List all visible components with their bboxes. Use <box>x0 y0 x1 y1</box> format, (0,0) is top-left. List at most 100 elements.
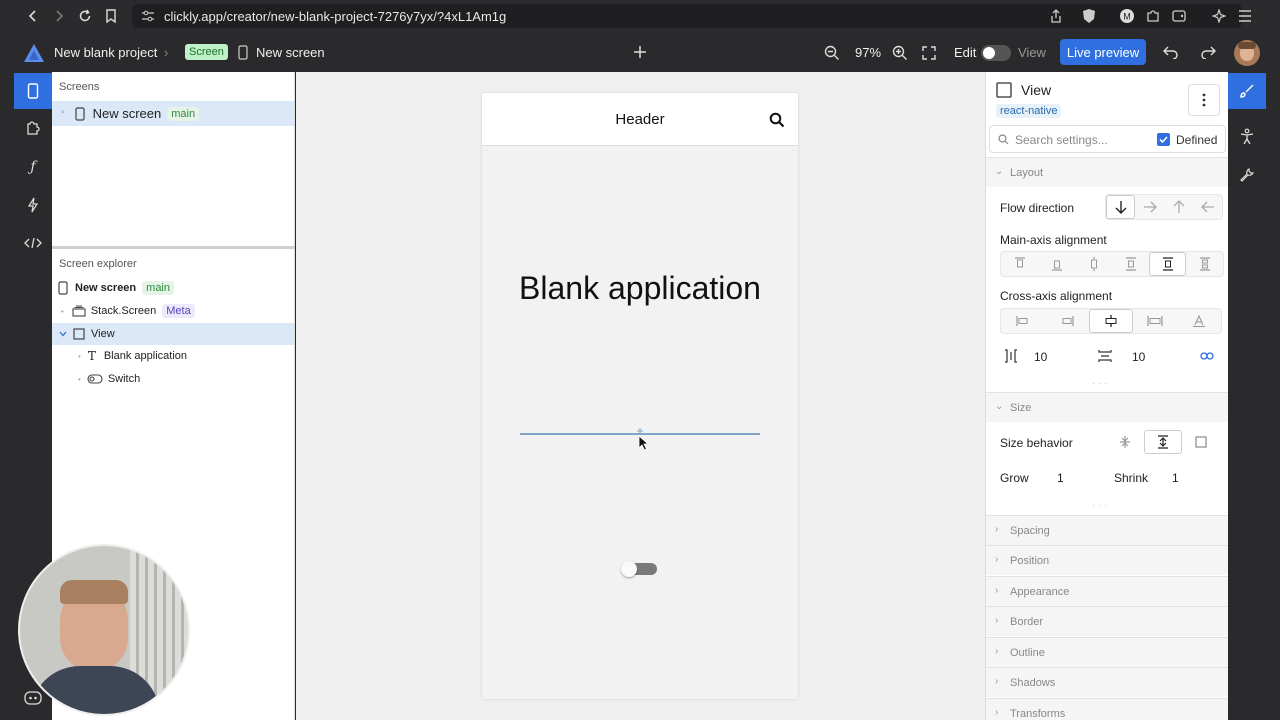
view-icon <box>996 82 1012 98</box>
stack-icon <box>72 305 86 317</box>
align-end-icon[interactable] <box>1038 252 1075 276</box>
switch-control[interactable] <box>621 561 657 577</box>
cross-stretch-icon[interactable] <box>1133 309 1177 333</box>
bookmark-icon[interactable] <box>101 6 121 26</box>
search-settings-field[interactable]: Search settings... Defined <box>989 125 1226 153</box>
cross-end-icon[interactable] <box>1045 309 1089 333</box>
tree-item-stack-screen[interactable]: • Stack.Screen Meta <box>52 300 294 322</box>
tree-item-blank-application[interactable]: • T Blank application <box>52 345 294 367</box>
tree-item-switch[interactable]: • Switch <box>52 368 294 390</box>
wrench-icon[interactable] <box>1239 167 1255 183</box>
tree-item-label: New screen <box>75 282 137 294</box>
space-between-icon[interactable] <box>1112 252 1149 276</box>
project-name[interactable]: New blank project <box>54 45 157 60</box>
search-icon <box>998 134 1009 145</box>
position-section-header[interactable]: › Position <box>986 545 1228 575</box>
functions-icon[interactable]: ƒ <box>14 149 52 185</box>
size-section-header[interactable]: ⌄ Size <box>986 392 1228 422</box>
arrow-up-icon[interactable] <box>1164 195 1193 219</box>
resize-handle[interactable]: ··· <box>1092 500 1110 510</box>
leo-ai-icon[interactable] <box>1212 9 1226 23</box>
shrink-to-fit-icon[interactable] <box>1106 430 1144 454</box>
zoom-out-icon[interactable] <box>824 45 840 61</box>
panel-divider[interactable] <box>52 246 295 249</box>
reload-icon[interactable] <box>75 6 95 26</box>
blank-application-text[interactable]: Blank application <box>482 270 798 307</box>
redo-icon[interactable] <box>1200 45 1216 59</box>
arrow-left-icon[interactable] <box>1193 195 1222 219</box>
resize-handle[interactable]: ··· <box>1092 378 1110 388</box>
extensions-icon[interactable] <box>1146 9 1160 23</box>
cross-baseline-icon[interactable] <box>1177 309 1221 333</box>
outline-section-header[interactable]: › Outline <box>986 637 1228 667</box>
components-icon[interactable] <box>14 111 52 147</box>
share-icon[interactable] <box>1050 9 1062 23</box>
arrow-down-icon[interactable] <box>1106 195 1135 219</box>
brave-shield-icon[interactable] <box>1082 8 1096 24</box>
tree-item-view[interactable]: View <box>52 323 294 345</box>
wallet-icon[interactable] <box>1172 9 1186 23</box>
search-icon[interactable] <box>769 112 785 128</box>
defined-checkbox[interactable] <box>1157 133 1170 146</box>
fixed-size-icon[interactable] <box>1182 430 1220 454</box>
actions-icon[interactable] <box>14 187 52 223</box>
edit-view-toggle[interactable] <box>981 45 1011 61</box>
add-icon[interactable] <box>633 45 647 59</box>
phone-preview[interactable]: Header Blank application <box>482 93 798 699</box>
space-around-icon[interactable] <box>1149 252 1186 276</box>
chevron-down-icon[interactable] <box>59 331 67 337</box>
align-center-icon[interactable] <box>1075 252 1112 276</box>
grow-label: Grow <box>1000 471 1029 485</box>
screen-name[interactable]: New screen <box>256 45 325 60</box>
shadows-section-header[interactable]: › Shadows <box>986 667 1228 697</box>
screens-icon[interactable] <box>14 73 52 109</box>
undo-icon[interactable] <box>1163 45 1179 59</box>
forward-icon[interactable] <box>49 6 69 26</box>
shrink-value[interactable]: 1 <box>1172 471 1179 485</box>
fit-screen-icon[interactable] <box>922 46 936 60</box>
row-gap-icon <box>1097 348 1113 364</box>
column-gap-icon <box>1003 348 1019 364</box>
border-section-header[interactable]: › Border <box>986 606 1228 636</box>
screen-list-item[interactable]: ° New screen main <box>52 101 294 126</box>
appearance-section-header[interactable]: › Appearance <box>986 576 1228 606</box>
tree-item-new-screen[interactable]: New screen main <box>52 277 294 299</box>
bullet-icon: • <box>78 351 81 361</box>
site-settings-icon[interactable] <box>141 10 155 22</box>
tree-item-label: Stack.Screen <box>90 305 157 317</box>
section-title: Appearance <box>1010 586 1070 598</box>
cross-center-icon[interactable] <box>1089 309 1133 333</box>
section-title: Spacing <box>1010 525 1050 537</box>
user-avatar[interactable] <box>1234 40 1260 66</box>
layout-section-header[interactable]: ⌄ Layout <box>986 157 1228 187</box>
column-gap-value[interactable]: 10 <box>1034 350 1047 364</box>
main-axis-label: Main-axis alignment <box>1000 233 1107 247</box>
live-preview-button[interactable]: Live preview <box>1060 39 1146 65</box>
chevron-right-icon: › <box>995 585 999 596</box>
zoom-in-icon[interactable] <box>892 45 908 61</box>
address-bar[interactable]: clickly.app/creator/new-blank-project-72… <box>132 4 1251 28</box>
space-evenly-icon[interactable] <box>1186 252 1223 276</box>
search-settings-input[interactable]: Search settings... <box>1015 133 1108 147</box>
design-canvas[interactable]: Header Blank application <box>296 72 985 720</box>
align-start-icon[interactable] <box>1001 252 1038 276</box>
expand-icon[interactable] <box>1144 430 1182 454</box>
grow-value[interactable]: 1 <box>1057 471 1064 485</box>
back-icon[interactable] <box>23 6 43 26</box>
arrow-right-icon[interactable] <box>1135 195 1164 219</box>
transforms-section-header[interactable]: › Transforms <box>986 698 1228 720</box>
menu-icon[interactable] <box>1238 10 1252 22</box>
spacing-section-header[interactable]: › Spacing <box>986 515 1228 545</box>
accessibility-icon[interactable] <box>1239 128 1255 146</box>
screen-item-label: New screen <box>92 106 162 121</box>
style-brush-icon[interactable] <box>1228 73 1266 109</box>
app-logo-icon[interactable] <box>23 43 45 63</box>
more-options-button[interactable] <box>1188 84 1220 116</box>
screen-header[interactable]: Header <box>482 93 798 146</box>
chevron-right-icon: › <box>995 524 999 535</box>
cross-start-icon[interactable] <box>1001 309 1045 333</box>
row-gap-value[interactable]: 10 <box>1132 350 1145 364</box>
link-icon[interactable] <box>1200 351 1214 361</box>
extension-m-icon[interactable]: M <box>1120 9 1134 23</box>
code-icon[interactable] <box>14 225 52 261</box>
